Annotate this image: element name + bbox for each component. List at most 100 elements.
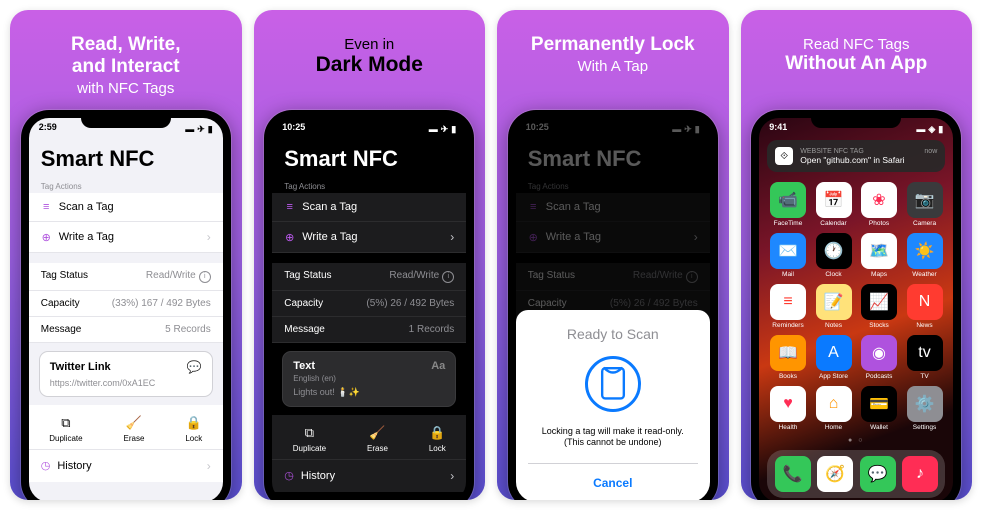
message-icon: 💬 [187, 360, 202, 374]
duplicate-button[interactable]: ⧉Duplicate [49, 415, 82, 443]
app-label: Mail [782, 271, 794, 278]
notch [811, 110, 901, 128]
screenshot-card-3: Permanently Lock With A Tap 10:25 ▬✈︎▮ S… [497, 10, 729, 500]
app-notes[interactable]: 📝Notes [813, 284, 855, 329]
app-reminders[interactable]: ≡Reminders [767, 284, 809, 329]
app-label: Health [779, 424, 798, 431]
banner-time: now [924, 148, 937, 155]
info-icon[interactable]: i [199, 271, 211, 283]
lock-label: Lock [429, 444, 446, 453]
app-settings[interactable]: ⚙️Settings [904, 386, 946, 431]
history-row[interactable]: ◷History› [272, 459, 466, 492]
app-label: Books [779, 373, 797, 380]
app-app-store[interactable]: AApp Store [813, 335, 855, 380]
app-health[interactable]: ♥Health [767, 386, 809, 431]
airplane-icon: ✈︎ [441, 124, 449, 135]
lock-label: Lock [185, 434, 202, 443]
app-weather[interactable]: ☀️Weather [904, 233, 946, 278]
banner-body: Open "github.com" in Safari [800, 155, 937, 165]
status-time: 10:25 [526, 122, 549, 136]
lock-button[interactable]: 🔒Lock [429, 425, 446, 453]
toolbar: ⧉Duplicate 🧹Erase 🔒Lock [272, 415, 466, 459]
write-icon: ⊕ [528, 232, 539, 243]
app-icon: ◉ [861, 335, 897, 371]
app-wallet[interactable]: 💳Wallet [858, 386, 900, 431]
app-icon: 🕐 [816, 233, 852, 269]
app-clock[interactable]: 🕐Clock [813, 233, 855, 278]
headline: Even in Dark Mode [254, 10, 486, 85]
nfc-notification-banner[interactable]: ⟐ WEBSITE NFC TAGnow Open "github.com" i… [767, 140, 945, 172]
app-icon: N [907, 284, 943, 320]
info-icon[interactable]: i [442, 271, 454, 283]
app-label: Podcasts [866, 373, 893, 380]
app-photos[interactable]: ❀Photos [858, 182, 900, 227]
headline-thin: With A Tap [507, 58, 719, 75]
app-calendar[interactable]: 📅Calendar [813, 182, 855, 227]
scan-label: Scan a Tag [546, 201, 601, 213]
page-title: Smart NFC [516, 136, 710, 178]
history-icon: ◷ [41, 459, 51, 472]
app-stocks[interactable]: 📈Stocks [858, 284, 900, 329]
status-icons: ▬✈︎▮ [429, 122, 457, 136]
erase-button[interactable]: 🧹Erase [124, 415, 145, 443]
dock-app[interactable]: 💬 [860, 456, 896, 492]
message-label: Message [284, 324, 325, 335]
duplicate-button[interactable]: ⧉Duplicate [293, 425, 326, 453]
screenshot-card-2: Even in Dark Mode 10:25 ▬✈︎▮ Smart NFC T… [254, 10, 486, 500]
chevron-right-icon: › [450, 230, 454, 244]
headline: Read, Write, and Interact with NFC Tags [10, 10, 242, 105]
app-news[interactable]: N News [904, 284, 946, 329]
app-camera[interactable]: 📷 Camera [904, 182, 946, 227]
status-time: 10:25 [282, 122, 305, 136]
page-dots[interactable]: ● ○ [759, 433, 953, 448]
record-body: Lights out! 🕯️✨ [293, 387, 445, 398]
history-row[interactable]: ◷History› [29, 449, 223, 482]
app-icon: 📖 [770, 335, 806, 371]
info-icon: i [686, 271, 698, 283]
signal-icon: ▬ [185, 124, 194, 134]
app-icon: 💳 [861, 386, 897, 422]
app-icon: ☀️ [907, 233, 943, 269]
headline-bold: Dark Mode [264, 53, 476, 77]
app-icon: 📷 [907, 182, 943, 218]
text-type-icon: Aa [431, 360, 445, 372]
page-title: Smart NFC [29, 136, 223, 178]
scan-tag-row[interactable]: ≡Scan a Tag [29, 193, 223, 222]
app-label: Reminders [772, 322, 803, 329]
headline-thin: with NFC Tags [20, 80, 232, 97]
history-label: History [301, 470, 335, 482]
battery-icon: ▮ [695, 124, 700, 135]
status-value: Read/Write [146, 270, 196, 281]
app-home[interactable]: ⌂Home [813, 386, 855, 431]
notch [324, 110, 414, 128]
app-tv[interactable]: tvTV [904, 335, 946, 380]
record-card[interactable]: Twitter Link💬 https://twitter.com/0xA1EC [39, 351, 213, 397]
app-facetime[interactable]: 📹FaceTime [767, 182, 809, 227]
app-label: Camera [913, 220, 936, 227]
app-label: FaceTime [774, 220, 803, 227]
lock-button[interactable]: 🔒Lock [185, 415, 202, 443]
app-label: News [916, 322, 932, 329]
dock-app[interactable]: ♪ [902, 456, 938, 492]
cancel-button[interactable]: Cancel [528, 463, 698, 500]
wifi-icon: ◈ [928, 124, 935, 135]
write-tag-row[interactable]: ⊕Write a Tag› [272, 222, 466, 253]
dock-app[interactable]: 🧭 [817, 456, 853, 492]
record-card[interactable]: TextAa English (en) Lights out! 🕯️✨ [282, 351, 456, 407]
app-podcasts[interactable]: ◉ Podcasts [858, 335, 900, 380]
dock-app[interactable]: 📞 [775, 456, 811, 492]
app-maps[interactable]: 🗺️Maps [858, 233, 900, 278]
tag-status-row: Tag StatusRead/Writei [29, 263, 223, 291]
app-books[interactable]: 📖 Books [767, 335, 809, 380]
status-value: Read/Write [633, 270, 683, 281]
headline-bold: Without An App [751, 53, 963, 75]
headline-bold: Permanently Lock [507, 34, 719, 56]
headline-thin: Read NFC Tags [751, 36, 963, 53]
app-label: Settings [913, 424, 937, 431]
erase-button[interactable]: 🧹Erase [367, 425, 388, 453]
message-row: Message1 Records [272, 317, 466, 343]
app-label: Maps [871, 271, 887, 278]
scan-tag-row[interactable]: ≡Scan a Tag [272, 193, 466, 222]
write-tag-row[interactable]: ⊕Write a Tag› [29, 222, 223, 253]
app-mail[interactable]: ✉️Mail [767, 233, 809, 278]
